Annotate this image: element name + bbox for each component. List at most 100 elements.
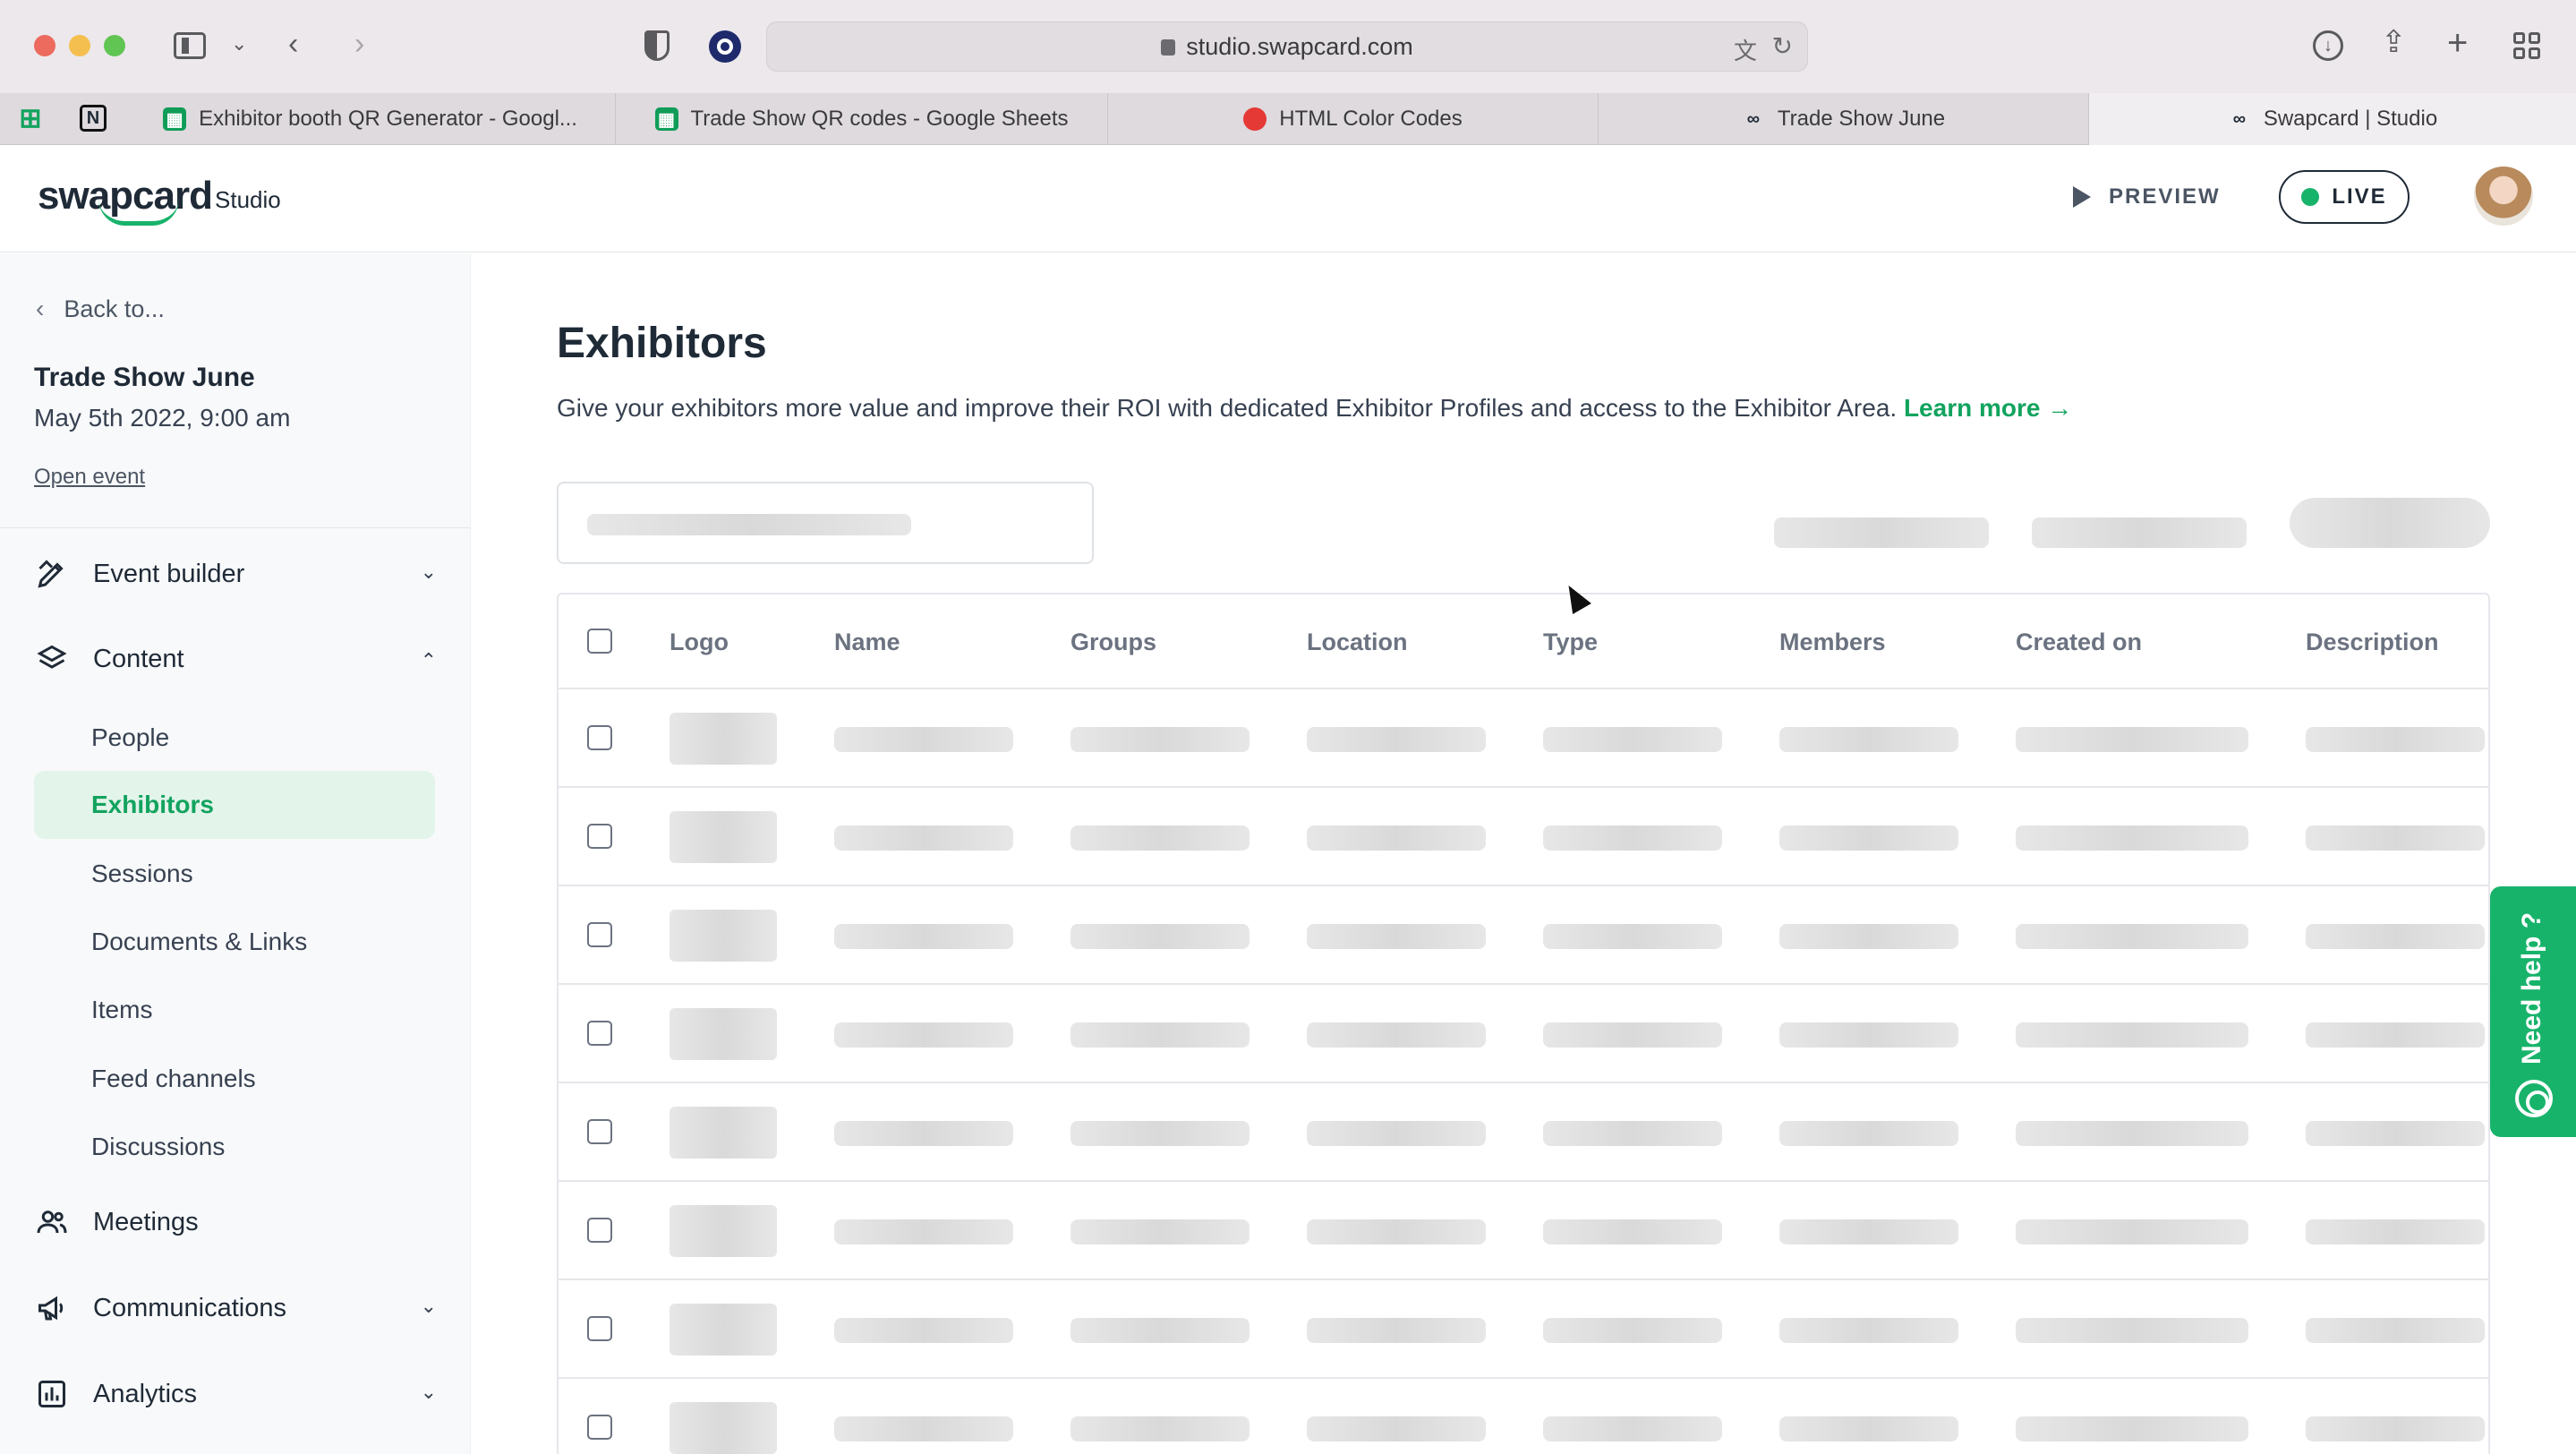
forward-arrow-icon[interactable]: › — [354, 29, 364, 59]
search-skeleton — [587, 514, 911, 535]
table-row[interactable] — [559, 1083, 2488, 1182]
logo-skeleton — [670, 1107, 777, 1159]
row-checkbox[interactable] — [587, 1119, 612, 1144]
people-icon — [34, 1204, 70, 1240]
need-help-label: Need help ? — [2517, 911, 2546, 1065]
table-row[interactable] — [559, 985, 2488, 1083]
tab-label: Trade Show QR codes - Google Sheets — [690, 107, 1069, 131]
back-arrow-icon[interactable]: ‹ — [288, 29, 298, 59]
pinned-tab-notion-icon[interactable]: N — [75, 100, 111, 136]
event-title: Trade Show June — [34, 363, 255, 392]
chevron-down-icon: ⌄ — [420, 560, 437, 583]
minimize-window-button[interactable] — [69, 35, 90, 56]
sidebar-section-analytics[interactable]: Analytics ⌄ — [34, 1372, 437, 1416]
cell-skeleton — [834, 825, 1013, 851]
learn-more-link[interactable]: Learn more → — [1904, 394, 2072, 422]
column-header-created-on[interactable]: Created on — [2016, 629, 2142, 656]
swapcard-icon: ∞ — [2232, 108, 2246, 129]
sidebar-divider — [0, 527, 471, 528]
column-header-members[interactable]: Members — [1779, 629, 1886, 656]
live-button[interactable]: LIVE — [2279, 170, 2410, 224]
cell-skeleton — [1307, 1022, 1486, 1048]
open-event-link[interactable]: Open event — [34, 465, 145, 490]
cell-skeleton — [1779, 727, 1958, 752]
cell-skeleton — [1307, 1121, 1486, 1146]
browser-tab-swapcard-studio[interactable]: ∞ Swapcard | Studio — [2089, 93, 2576, 145]
browser-tab-trade-show[interactable]: ∞ Trade Show June — [1599, 93, 2089, 145]
tab-overview-icon[interactable] — [2513, 32, 2540, 59]
sidebar-item-discussions[interactable]: Discussions — [34, 1113, 435, 1181]
cell-skeleton — [2306, 825, 2485, 851]
column-header-groups[interactable]: Groups — [1070, 629, 1156, 656]
sidebar-toggle-icon[interactable] — [174, 32, 206, 59]
cell-skeleton — [1779, 1416, 1958, 1441]
row-checkbox[interactable] — [587, 922, 612, 947]
cell-skeleton — [834, 924, 1013, 949]
sidebar-section-meetings[interactable]: Meetings — [34, 1200, 437, 1244]
shield-icon[interactable] — [644, 30, 670, 61]
lock-icon — [1161, 39, 1176, 56]
pencil-ruler-icon — [34, 556, 70, 592]
table-row[interactable] — [559, 1280, 2488, 1379]
row-checkbox[interactable] — [587, 1218, 612, 1243]
sidebar-item-exhibitors[interactable]: Exhibitors — [34, 771, 435, 839]
sidebar-item-documents-links[interactable]: Documents & Links — [34, 908, 435, 976]
browser-tab-qr-generator[interactable]: ▦ Exhibitor booth QR Generator - Googl..… — [125, 93, 616, 145]
pinned-tab-sheets-icon[interactable]: ⊞ — [13, 100, 48, 136]
preview-button[interactable]: PREVIEW — [2073, 184, 2221, 210]
column-header-description[interactable]: Description — [2306, 629, 2439, 656]
search-input-loading[interactable] — [557, 482, 1094, 564]
sidebar-item-items[interactable]: Items — [34, 976, 435, 1044]
browser-tab-html-color-codes[interactable]: HTML Color Codes — [1108, 93, 1599, 145]
sidebar-section-communications[interactable]: Communications ⌄ — [34, 1286, 437, 1330]
table-header: Logo Name Groups Location Type Members C… — [559, 594, 2488, 689]
password-manager-icon[interactable] — [709, 30, 741, 63]
reload-icon[interactable]: ↻ — [1772, 31, 1793, 61]
table-row[interactable] — [559, 886, 2488, 985]
section-label: Communications — [93, 1293, 286, 1322]
column-header-type[interactable]: Type — [1543, 629, 1598, 656]
chevron-down-icon[interactable]: ⌄ — [231, 34, 247, 54]
table-row[interactable] — [559, 788, 2488, 886]
back-link[interactable]: ‹ Back to... — [36, 295, 165, 323]
sidebar-section-content[interactable]: Content ⌃ — [34, 637, 437, 681]
tab-label: Exhibitor booth QR Generator - Googl... — [199, 107, 577, 131]
cell-skeleton — [2306, 1121, 2485, 1146]
downloads-icon[interactable]: ↓ — [2313, 30, 2343, 61]
table-row[interactable] — [559, 1182, 2488, 1280]
sidebar-item-people[interactable]: People — [34, 704, 435, 772]
column-header-logo[interactable]: Logo — [670, 629, 729, 656]
column-header-name[interactable]: Name — [834, 629, 900, 656]
button-skeleton — [2290, 498, 2490, 548]
column-header-location[interactable]: Location — [1307, 629, 1408, 656]
browser-tab-qr-codes[interactable]: ▦ Trade Show QR codes - Google Sheets — [616, 93, 1108, 145]
cell-skeleton — [2016, 1121, 2248, 1146]
cell-skeleton — [2306, 1416, 2485, 1441]
zoom-window-button[interactable] — [104, 35, 125, 56]
sidebar-item-feed-channels[interactable]: Feed channels — [34, 1045, 435, 1113]
google-sheets-icon: ▦ — [163, 107, 187, 131]
row-checkbox[interactable] — [587, 824, 612, 849]
logo-skeleton — [670, 1205, 777, 1257]
section-label: Meetings — [93, 1207, 199, 1236]
select-all-checkbox[interactable] — [587, 629, 612, 654]
row-checkbox[interactable] — [587, 1316, 612, 1341]
table-row[interactable] — [559, 1379, 2488, 1454]
learn-more-label: Learn more — [1903, 394, 2041, 422]
table-row[interactable] — [559, 689, 2488, 788]
sidebar-item-sessions[interactable]: Sessions — [34, 840, 435, 908]
share-icon[interactable]: ⇪ — [2381, 27, 2407, 57]
address-bar[interactable]: studio.swapcard.com 文 ↻ — [766, 21, 1808, 72]
need-help-button[interactable]: Need help ? — [2490, 886, 2576, 1137]
translate-icon[interactable]: 文 — [1734, 33, 1757, 66]
sidebar-section-event-builder[interactable]: Event builder ⌄ — [34, 552, 437, 596]
user-avatar[interactable] — [2474, 167, 2533, 226]
row-checkbox[interactable] — [587, 725, 612, 750]
row-checkbox[interactable] — [587, 1415, 612, 1440]
cell-skeleton — [1779, 1022, 1958, 1048]
row-checkbox[interactable] — [587, 1021, 612, 1046]
new-tab-icon[interactable]: + — [2447, 25, 2468, 61]
cell-skeleton — [1070, 1416, 1250, 1441]
cell-skeleton — [2016, 1022, 2248, 1048]
close-window-button[interactable] — [34, 35, 55, 56]
